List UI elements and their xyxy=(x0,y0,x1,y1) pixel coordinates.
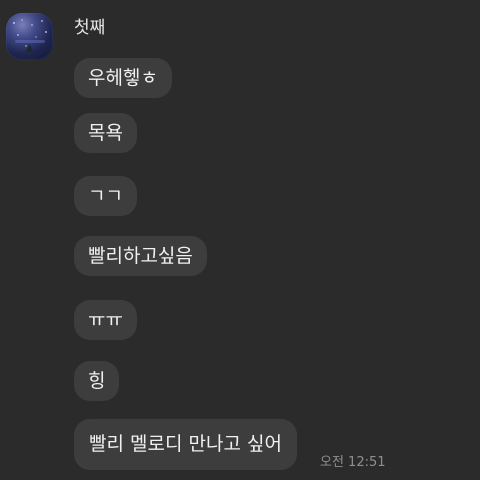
chat-thread: 첫째 우헤헿ㅎ 목욕 ㄱㄱ 빨리하고싶음 ㅠㅠ 힝 빨리 멜로디 만나고 싶어 … xyxy=(0,0,480,480)
message-bubble[interactable]: 힝 xyxy=(74,361,120,401)
message-bubble[interactable]: 빨리 멜로디 만나고 싶어 xyxy=(74,419,297,470)
message-bubble[interactable]: 목욕 xyxy=(74,113,137,153)
message-bubble[interactable]: 우헤헿ㅎ xyxy=(74,58,172,98)
message-bubble[interactable]: ㄱㄱ xyxy=(74,176,137,216)
avatar-night-sky-icon xyxy=(13,19,47,55)
message-bubble[interactable]: 빨리하고싶음 xyxy=(74,236,207,276)
sender-avatar[interactable] xyxy=(6,13,53,60)
message-bubble[interactable]: ㅠㅠ xyxy=(74,300,137,340)
message-timestamp: 오전 12:51 xyxy=(320,455,386,470)
sender-name: 첫째 xyxy=(74,18,106,38)
